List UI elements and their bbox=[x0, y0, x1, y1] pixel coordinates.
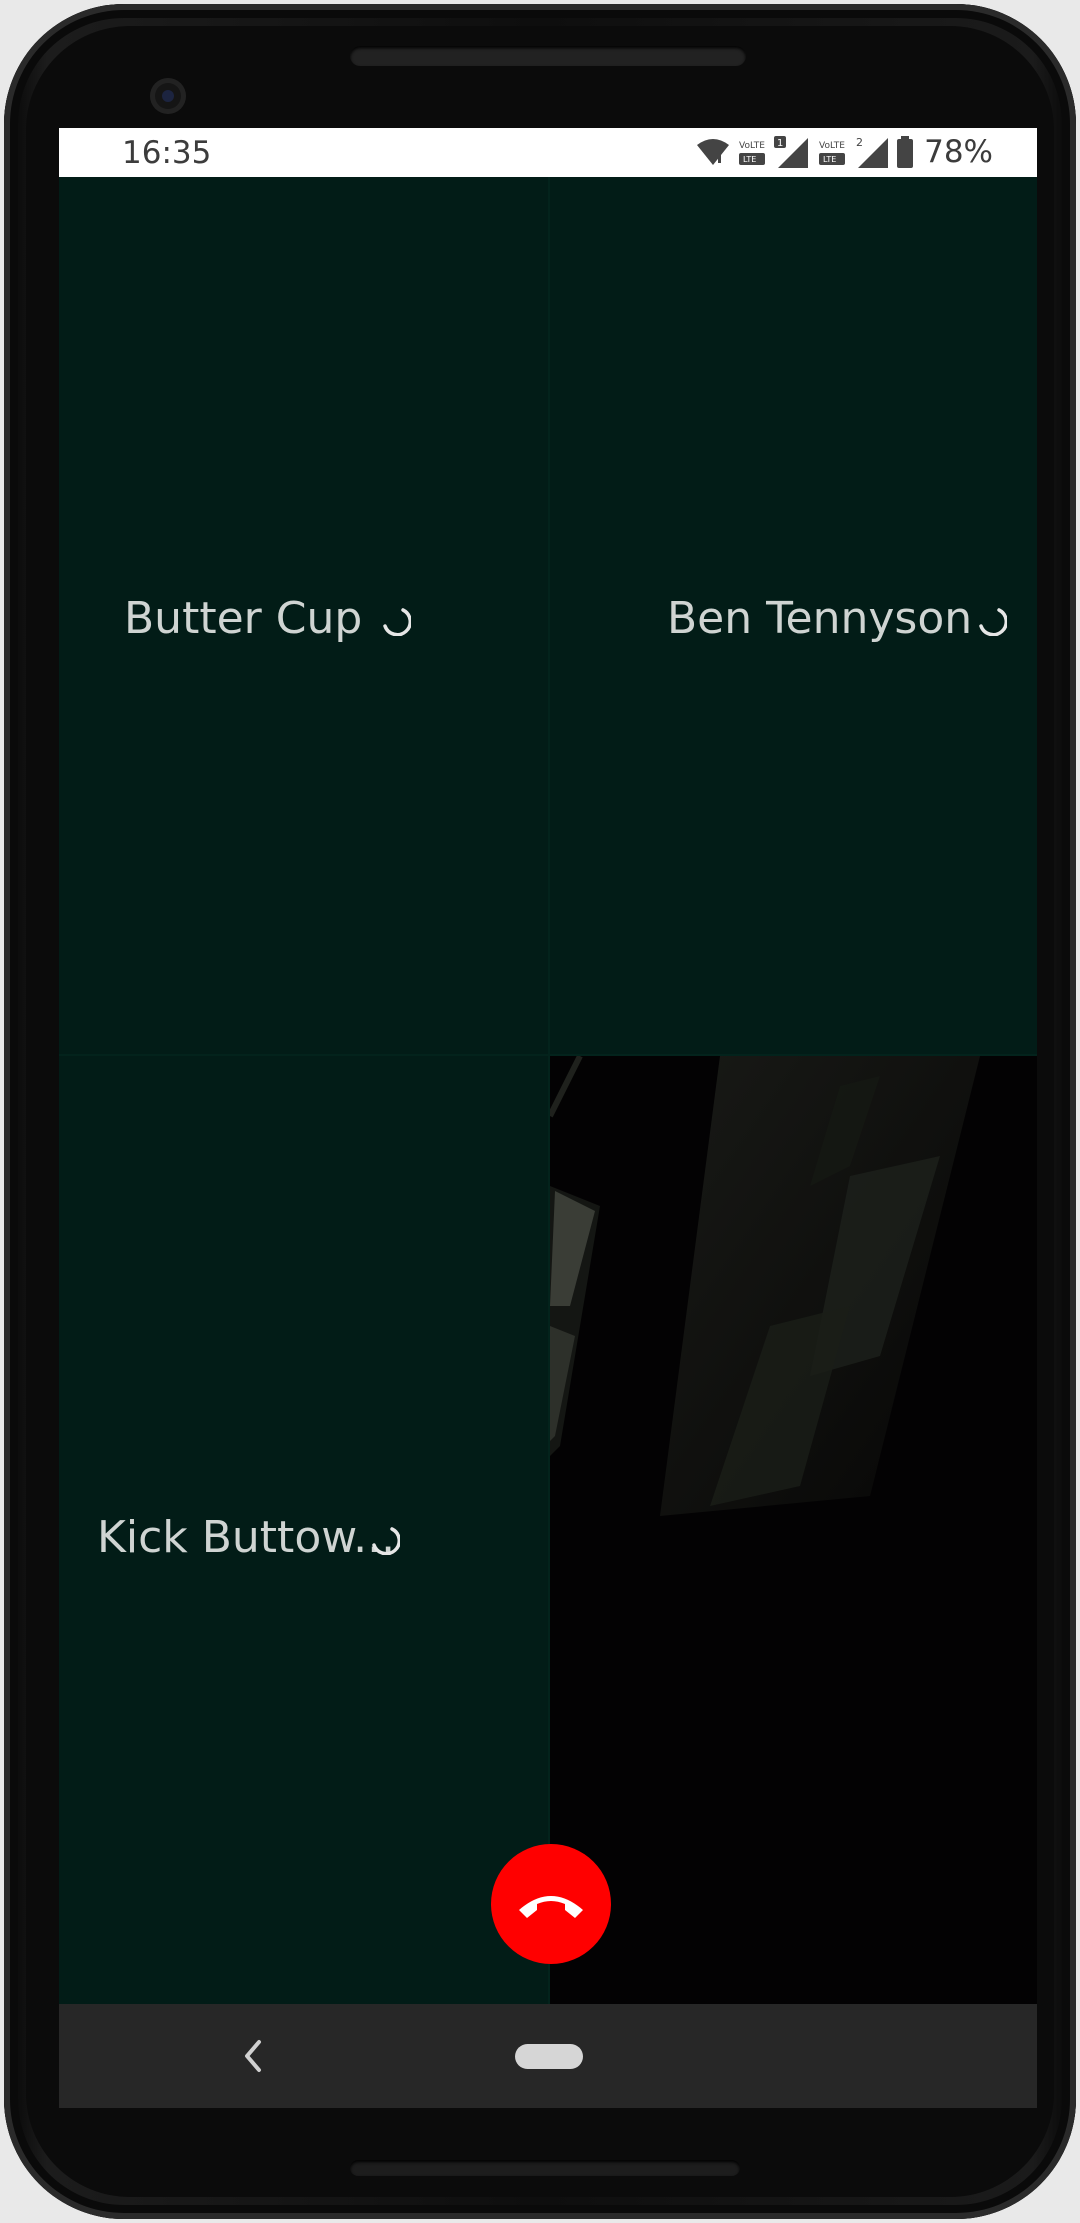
volte-lte-icon: VoLTE LTE bbox=[739, 141, 765, 165]
end-call-button[interactable] bbox=[491, 1844, 611, 1964]
phone-hangup-icon bbox=[519, 1896, 583, 1918]
local-camera-preview[interactable] bbox=[550, 1056, 1037, 2016]
battery-icon bbox=[897, 136, 914, 168]
wifi-icon bbox=[697, 139, 730, 165]
battery-percent: 78% bbox=[924, 134, 993, 170]
bottom-speaker bbox=[350, 2160, 740, 2176]
loading-spinner-icon bbox=[372, 1527, 400, 1555]
call-screen: 16:35 VoLTE LTE 1 VoLTE LTE 2 78% Butter… bbox=[59, 128, 1037, 2108]
status-bar: 16:35 VoLTE LTE 1 VoLTE LTE 2 78% bbox=[59, 128, 1037, 177]
participant-tile-butter-cup[interactable]: Butter Cup bbox=[59, 177, 548, 1054]
back-chevron-icon[interactable] bbox=[241, 2036, 265, 2076]
status-time: 16:35 bbox=[122, 135, 212, 171]
volte-lte-icon-2: VoLTE LTE bbox=[819, 141, 845, 165]
participant-tile-ben-tennyson[interactable]: Ben Tennyson bbox=[550, 177, 1037, 1054]
participant-name: Butter Cup bbox=[124, 593, 363, 644]
svg-text:VoLTE: VoLTE bbox=[739, 141, 765, 151]
signal-icon-sim-1: 1 bbox=[774, 136, 809, 168]
svg-text:2: 2 bbox=[856, 136, 863, 149]
svg-text:LTE: LTE bbox=[743, 155, 756, 164]
participant-name: Ben Tennyson bbox=[667, 593, 973, 644]
loading-spinner-icon bbox=[979, 608, 1007, 636]
participant-tile-kick-buttowski[interactable]: Kick Buttow... bbox=[59, 1056, 548, 2004]
participant-name: Kick Buttow... bbox=[97, 1512, 396, 1563]
home-pill-icon[interactable] bbox=[515, 2044, 583, 2069]
svg-text:VoLTE: VoLTE bbox=[819, 141, 845, 151]
signal-icon-sim-2: 2 bbox=[856, 136, 889, 168]
loading-spinner-icon bbox=[383, 608, 411, 636]
system-navigation-bar bbox=[59, 2004, 1037, 2108]
front-camera bbox=[150, 78, 186, 114]
svg-text:LTE: LTE bbox=[823, 155, 836, 164]
earpiece-speaker bbox=[350, 46, 746, 66]
status-icons: VoLTE LTE 1 VoLTE LTE 2 78% bbox=[696, 134, 993, 170]
svg-text:1: 1 bbox=[777, 138, 783, 149]
camera-feed-image bbox=[550, 1056, 1037, 2016]
